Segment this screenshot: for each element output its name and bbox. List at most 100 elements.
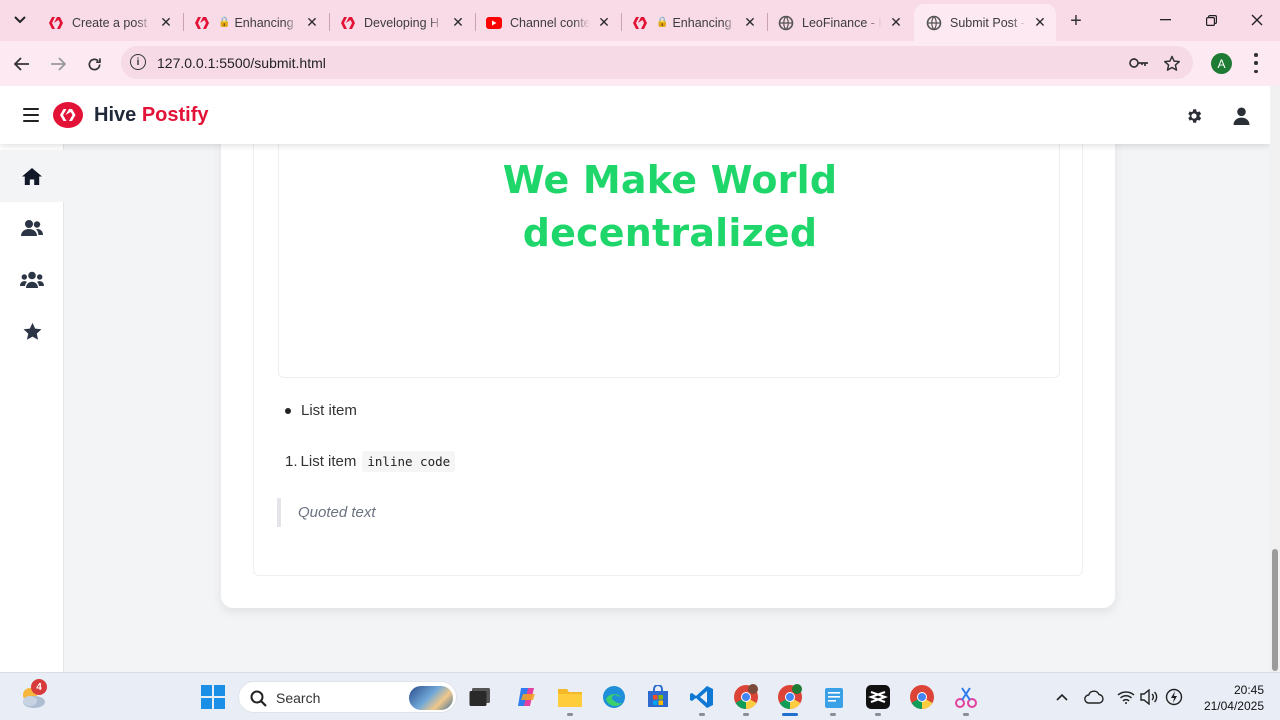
sidebar-item-favorites[interactable] <box>0 306 64 358</box>
file-explorer-icon[interactable] <box>556 683 584 711</box>
volume-icon[interactable] <box>1139 687 1159 707</box>
profile-avatar[interactable]: A <box>1211 53 1232 74</box>
close-icon[interactable]: ✕ <box>888 14 904 31</box>
lock-icon: 🔒 <box>656 17 669 28</box>
minimize-icon <box>1159 19 1171 21</box>
hero-heading: We Make World decentralized <box>279 154 1061 260</box>
battery-charging-icon[interactable] <box>1164 687 1184 707</box>
tab-enhancing-1[interactable]: 🔒 Enhancing ✕ <box>182 4 328 41</box>
users-icon <box>21 220 43 236</box>
reload-button[interactable] <box>79 49 109 79</box>
windows-start-icon[interactable] <box>199 683 227 711</box>
search-label: Search <box>276 690 321 706</box>
back-button[interactable] <box>7 49 37 79</box>
system-clock[interactable]: 20:45 21/04/2025 <box>1196 682 1264 714</box>
tab-title: Enhancing <box>672 15 732 30</box>
ordered-item-text: List item <box>300 453 357 470</box>
sidebar-item-communities[interactable] <box>0 254 64 306</box>
reload-icon <box>88 57 101 70</box>
globe-icon <box>926 15 942 31</box>
chrome-profile-icon[interactable] <box>732 683 760 711</box>
close-icon[interactable]: ✕ <box>596 14 612 31</box>
microsoft-store-icon[interactable] <box>644 683 672 711</box>
clock-time: 20:45 <box>1233 683 1264 697</box>
hero-line-1: We Make World <box>502 158 838 202</box>
settings-gear-icon[interactable] <box>1183 105 1205 127</box>
onedrive-cloud-icon[interactable] <box>1084 687 1104 707</box>
sidebar-item-home[interactable] <box>0 150 64 202</box>
close-icon[interactable]: ✕ <box>304 14 320 31</box>
search-icon <box>250 690 267 707</box>
windows-taskbar: Search 20:45 21/04/2025 <box>0 672 1280 720</box>
tab-title: LeoFinance - H <box>802 15 882 30</box>
edge-icon[interactable] <box>600 683 628 711</box>
restore-button[interactable] <box>1188 0 1234 40</box>
bookmark-star-icon[interactable] <box>1162 54 1182 72</box>
chrome-icon[interactable] <box>908 683 936 711</box>
browser-menu-icon[interactable] <box>1253 53 1259 73</box>
bullet-marker <box>285 407 291 414</box>
scrollbar-thumb[interactable] <box>1272 549 1278 671</box>
copilot-icon[interactable] <box>512 683 540 711</box>
close-icon[interactable]: ✕ <box>450 14 466 31</box>
forward-button[interactable] <box>43 49 73 79</box>
menu-icon[interactable] <box>23 108 39 122</box>
page-viewport: Hive Postify We Make World decentralized… <box>0 86 1270 672</box>
bullet-item-text: List item <box>301 402 357 419</box>
vscode-icon[interactable] <box>688 683 716 711</box>
app-brand[interactable]: Hive Postify <box>94 104 209 127</box>
blockquote: Quoted text <box>277 498 376 527</box>
tab-channel-content[interactable]: Channel conte ✕ <box>474 4 620 41</box>
home-icon <box>22 167 42 185</box>
search-highlight-image <box>409 686 453 710</box>
arrow-right-icon <box>51 57 66 71</box>
running-indicator <box>743 713 749 716</box>
hive-icon <box>194 15 210 31</box>
new-tab-button[interactable]: + <box>1063 8 1089 34</box>
post-preview-card: We Make World decentralized <box>221 86 1115 608</box>
window-close-button[interactable] <box>1234 0 1280 40</box>
hive-icon <box>48 15 64 31</box>
close-icon[interactable]: ✕ <box>742 14 758 31</box>
browser-tab-strip: Create a post ✕ 🔒 Enhancing ✕ Developing… <box>0 0 1280 41</box>
ordered-number: 1. <box>285 453 298 470</box>
show-hidden-icons-chevron-icon[interactable] <box>1052 687 1072 707</box>
running-indicator <box>875 713 881 716</box>
url-text[interactable]: 127.0.0.1:5500/submit.html <box>157 55 326 71</box>
taskbar-search[interactable]: Search <box>238 681 457 713</box>
page-scrollbar[interactable] <box>1270 86 1280 672</box>
tab-submit-post[interactable]: Submit Post - ✕ <box>914 4 1056 41</box>
tab-search-button[interactable] <box>6 7 34 33</box>
close-icon[interactable]: ✕ <box>1032 14 1048 31</box>
chrome-active-icon[interactable] <box>776 683 804 711</box>
weather-badge: 4 <box>31 679 47 695</box>
running-indicator <box>963 713 969 716</box>
lock-icon: 🔒 <box>218 17 231 28</box>
address-bar[interactable]: i 127.0.0.1:5500/submit.html <box>121 46 1193 79</box>
minimize-button[interactable] <box>1142 0 1188 40</box>
hive-logo-icon <box>53 102 83 133</box>
close-icon[interactable]: ✕ <box>158 14 174 31</box>
notepad-icon[interactable] <box>820 683 848 711</box>
tab-title: Create a post <box>72 15 148 30</box>
tab-create-post[interactable]: Create a post ✕ <box>36 4 182 41</box>
task-view-icon[interactable] <box>466 683 494 711</box>
capcut-icon[interactable] <box>864 683 892 711</box>
tab-title: Enhancing <box>234 15 294 30</box>
arrow-left-icon <box>14 57 29 71</box>
app-header: Hive Postify <box>0 86 1270 144</box>
site-info-icon[interactable]: i <box>130 54 146 70</box>
clock-date: 21/04/2025 <box>1203 699 1264 713</box>
tab-leofinance[interactable]: LeoFinance - H ✕ <box>766 4 912 41</box>
snipping-tool-icon[interactable] <box>952 683 980 711</box>
tab-developing[interactable]: Developing H ✕ <box>328 4 474 41</box>
sidebar <box>0 144 64 672</box>
chevron-down-icon <box>14 16 26 24</box>
ordered-list-item: 1. List item inline code <box>285 451 456 472</box>
sidebar-item-users[interactable] <box>0 202 64 254</box>
wifi-icon[interactable] <box>1116 687 1136 707</box>
hero-line-2: decentralized <box>522 211 818 255</box>
tab-enhancing-2[interactable]: 🔒 Enhancing ✕ <box>620 4 766 41</box>
user-icon[interactable] <box>1230 105 1252 127</box>
password-key-icon[interactable] <box>1129 54 1149 72</box>
